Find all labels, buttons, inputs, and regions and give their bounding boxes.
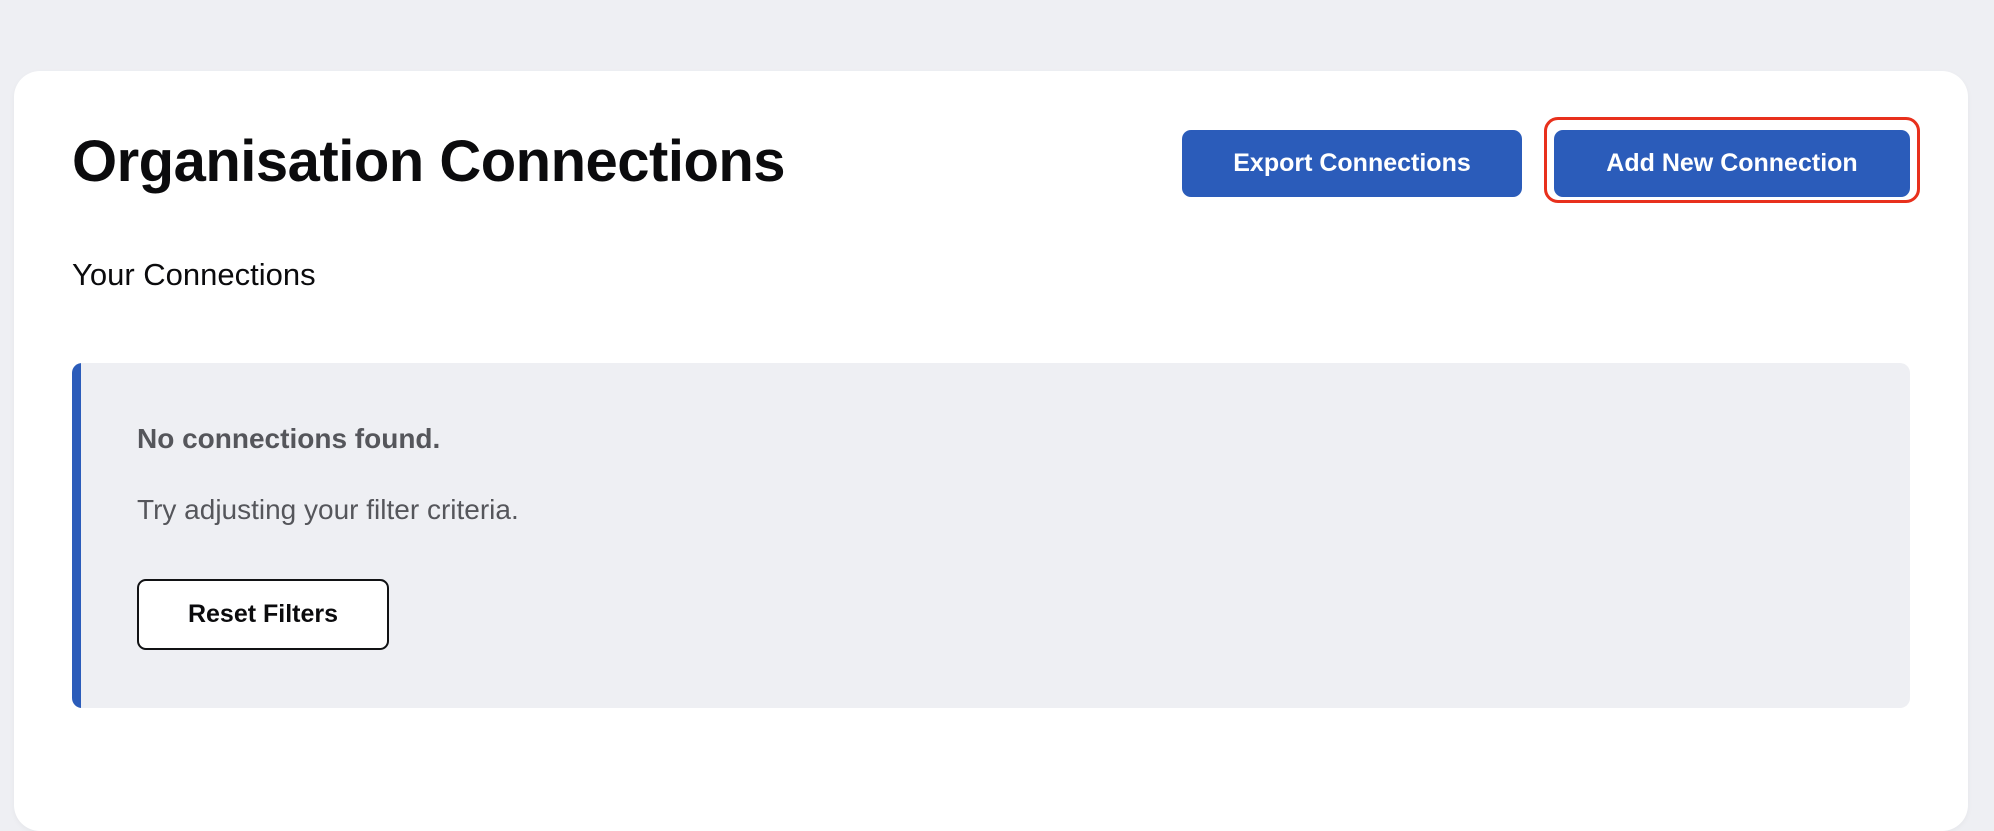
add-new-connection-button[interactable]: Add New Connection	[1554, 130, 1910, 197]
accent-bar	[72, 363, 81, 708]
reset-filters-button[interactable]: Reset Filters	[137, 579, 389, 650]
export-connections-button[interactable]: Export Connections	[1182, 130, 1522, 197]
empty-state-description: Try adjusting your filter criteria.	[137, 494, 519, 525]
main-card: Organisation Connections Export Connecti…	[14, 71, 1968, 831]
section-heading: Your Connections	[72, 257, 316, 292]
empty-state-panel: No connections found. Try adjusting your…	[72, 363, 1910, 708]
page-title: Organisation Connections	[72, 129, 786, 194]
empty-state-title: No connections found.	[137, 423, 441, 454]
